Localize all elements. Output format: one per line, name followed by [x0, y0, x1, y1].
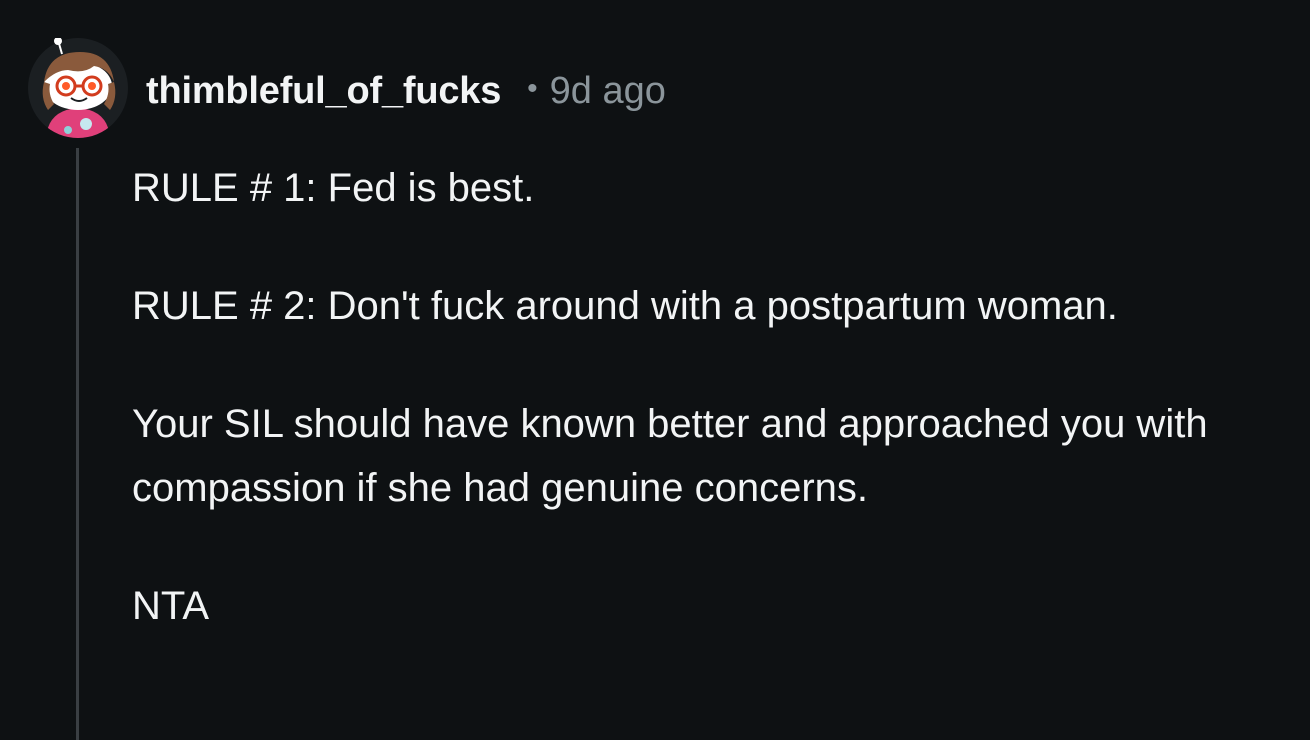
username-link[interactable]: thimbleful_of_fucks — [146, 70, 501, 113]
snoo-avatar-icon — [28, 37, 128, 138]
comment-paragraph: RULE # 1: Fed is best. — [132, 166, 535, 210]
timestamp-link[interactable]: 9d ago — [550, 70, 666, 113]
comment-card: thimbleful_of_fucks • 9d ago RULE # 1: F… — [0, 0, 1310, 740]
comment-body: RULE # 1: Fed is best. RULE # 2: Don't f… — [132, 156, 1292, 692]
separator-dot: • — [527, 72, 538, 105]
comment-meta: thimbleful_of_fucks • 9d ago — [146, 64, 666, 118]
comment-paragraph: RULE # 2: Don't fuck around with a postp… — [132, 284, 1118, 328]
comment-paragraph: NTA — [132, 584, 210, 628]
comment-paragraph: Your SIL should have known better and ap… — [132, 402, 1208, 510]
thread-line[interactable] — [76, 148, 79, 740]
user-avatar[interactable] — [28, 37, 128, 138]
